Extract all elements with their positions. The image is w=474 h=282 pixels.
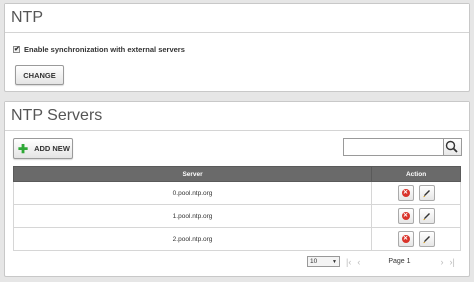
- action-cell: ✕: [371, 204, 461, 228]
- page-indicator: Page 1: [388, 258, 411, 265]
- table-row: 0.pool.ntp.org ✕: [12, 181, 461, 205]
- page-size-value: 10: [310, 258, 318, 265]
- ntp-title: NTP: [11, 9, 43, 26]
- page-size-select[interactable]: 10 ▼: [307, 256, 340, 267]
- search-input[interactable]: [343, 138, 444, 156]
- sync-option[interactable]: ✔ Enable synchronization with external s…: [13, 45, 185, 54]
- delete-button[interactable]: ✕: [397, 185, 414, 201]
- search-box: [343, 138, 462, 156]
- delete-icon: ✕: [401, 189, 410, 197]
- delete-button[interactable]: ✕: [397, 208, 414, 224]
- ntp-servers-panel: NTP Servers ✚ ADD NEW Server Action 0.po…: [4, 101, 470, 277]
- edit-icon: [422, 190, 430, 198]
- change-button[interactable]: CHANGE: [15, 65, 64, 85]
- server-cell: 2.pool.ntp.org: [12, 227, 373, 251]
- edit-icon: [422, 236, 430, 244]
- last-page-icon[interactable]: ›|: [450, 257, 455, 267]
- pagination: 10 ▼ |‹ ‹ Page 1 › ›|: [307, 256, 455, 267]
- servers-table: Server Action 0.pool.ntp.org ✕ 1.pool.nt…: [12, 166, 461, 251]
- servers-panel-header: NTP Servers: [5, 102, 469, 131]
- sync-label: Enable synchronization with external ser…: [24, 45, 185, 54]
- column-header-server[interactable]: Server: [12, 166, 373, 182]
- server-cell: 1.pool.ntp.org: [12, 204, 373, 228]
- action-cell: ✕: [371, 227, 461, 251]
- edit-button[interactable]: [418, 208, 435, 224]
- edit-icon: [422, 213, 430, 221]
- search-icon: [445, 140, 458, 153]
- add-new-label: ADD NEW: [34, 144, 70, 153]
- sync-checkbox[interactable]: ✔: [13, 46, 20, 53]
- action-cell: ✕: [371, 181, 461, 205]
- servers-title: NTP Servers: [11, 107, 103, 124]
- ntp-panel: NTP ✔ Enable synchronization with extern…: [4, 3, 470, 92]
- delete-icon: ✕: [401, 212, 410, 220]
- first-page-icon[interactable]: |‹: [346, 257, 351, 267]
- add-new-button[interactable]: ✚ ADD NEW: [13, 138, 73, 159]
- chevron-down-icon: ▼: [332, 259, 337, 265]
- ntp-panel-header: NTP: [5, 4, 469, 33]
- plus-icon: ✚: [18, 141, 29, 156]
- next-page-icon[interactable]: ›: [441, 257, 444, 267]
- prev-page-icon[interactable]: ‹: [357, 257, 360, 267]
- edit-button[interactable]: [418, 231, 435, 247]
- table-row: 2.pool.ntp.org ✕: [12, 227, 461, 251]
- server-cell: 0.pool.ntp.org: [12, 181, 373, 205]
- table-header-row: Server Action: [12, 166, 461, 182]
- check-icon: ✔: [14, 46, 20, 53]
- delete-icon: ✕: [401, 235, 410, 243]
- delete-button[interactable]: ✕: [397, 231, 414, 247]
- column-header-action: Action: [371, 166, 461, 182]
- search-button[interactable]: [444, 138, 462, 156]
- table-row: 1.pool.ntp.org ✕: [12, 204, 461, 228]
- edit-button[interactable]: [418, 185, 435, 201]
